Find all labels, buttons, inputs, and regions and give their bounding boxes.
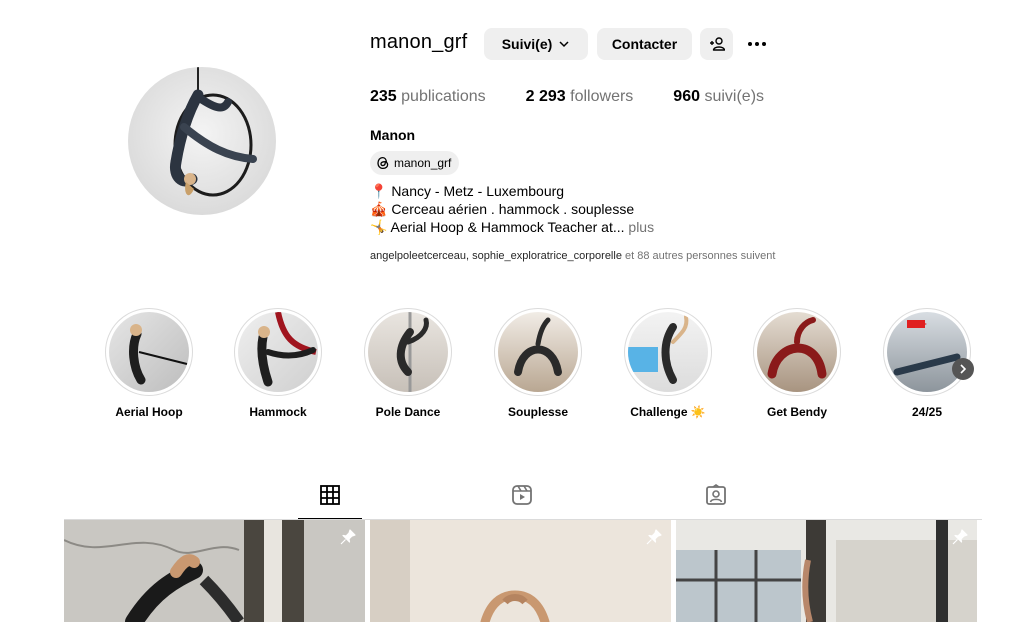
post-image	[64, 520, 365, 622]
posts-count: 235	[370, 88, 397, 105]
dot-icon	[748, 42, 752, 46]
more-options-button[interactable]	[744, 36, 770, 52]
followed-by-accounts[interactable]: angelpoleetcerceau, sophie_exploratrice_…	[370, 250, 622, 262]
reels-icon	[512, 485, 532, 505]
suggested-accounts-button[interactable]	[700, 28, 733, 60]
following-button-label: Suivi(e)	[501, 36, 553, 52]
post-tile[interactable]	[370, 520, 671, 622]
bio-line: 🤸 Aerial Hoop & Hammock Teacher at...	[370, 219, 625, 235]
tab-posts[interactable]	[298, 484, 362, 520]
profile-username: manon_grf	[370, 31, 468, 53]
highlight-cover	[498, 312, 578, 392]
pinned-post-icon	[646, 529, 662, 545]
following-label: suivi(e)s	[704, 88, 765, 105]
threads-badge[interactable]: manon_grf	[370, 151, 460, 175]
dot-icon	[762, 42, 766, 46]
highlight-hammock[interactable]: Hammock	[229, 308, 327, 419]
highlight-cover	[238, 312, 318, 392]
contact-button-label: Contacter	[611, 36, 678, 52]
post-tile[interactable]	[676, 520, 977, 622]
highlight-label: Souplesse	[507, 405, 569, 419]
highlight-ring	[753, 308, 841, 396]
highlight-challenge[interactable]: Challenge ☀️	[619, 308, 717, 419]
pinned-post-icon	[952, 529, 968, 545]
dot-icon	[755, 42, 759, 46]
posts-label: publications	[401, 88, 486, 105]
bio-more-link[interactable]: plus	[628, 219, 654, 235]
highlight-ring	[624, 308, 712, 396]
contact-button[interactable]: Contacter	[597, 28, 692, 60]
pinned-post-icon	[340, 529, 356, 545]
aerial-hoop-avatar-image	[169, 67, 257, 197]
bio-line: 🎪 Cerceau aérien . hammock . souplesse	[370, 201, 635, 217]
threads-handle: manon_grf	[394, 156, 452, 170]
highlight-pole-dance[interactable]: Pole Dance	[359, 308, 457, 419]
chevron-right-icon	[960, 364, 967, 374]
profile-avatar[interactable]	[128, 67, 276, 215]
followers-count: 2 293	[525, 88, 566, 105]
add-person-icon	[709, 37, 725, 51]
highlight-ring	[105, 308, 193, 396]
tab-reels[interactable]	[490, 484, 554, 520]
followed-by-suffix: et 88 autres personnes suivent	[621, 250, 776, 262]
profile-full-name: Manon	[370, 127, 416, 143]
highlight-ring	[364, 308, 452, 396]
highlight-label: 24/25	[911, 405, 943, 419]
followers-stat[interactable]: 2 293 followers	[526, 88, 634, 106]
highlights-next-button[interactable]	[952, 358, 974, 380]
story-highlights: Aerial Hoop Hammock Pole Dance Souplesse…	[100, 308, 980, 428]
highlight-label: Pole Dance	[375, 405, 441, 419]
active-tab-indicator	[298, 518, 362, 519]
chevron-down-icon	[559, 41, 569, 48]
bio-line: 📍 Nancy - Metz - Luxembourg	[370, 183, 565, 199]
highlight-label: Hammock	[249, 405, 307, 419]
highlight-ring	[494, 308, 582, 396]
highlight-souplesse[interactable]: Souplesse	[489, 308, 587, 419]
highlight-get-bendy[interactable]: Get Bendy	[748, 308, 846, 419]
highlight-cover	[757, 312, 837, 392]
following-count: 960	[673, 88, 700, 105]
following-stat[interactable]: 960 suivi(e)s	[673, 88, 764, 106]
highlight-cover	[109, 312, 189, 392]
highlight-cover	[368, 312, 448, 392]
bio-line-last: 🤸 Aerial Hoop & Hammock Teacher at... pl…	[370, 218, 654, 236]
highlight-label: Aerial Hoop	[115, 405, 183, 419]
highlight-ring	[883, 308, 971, 396]
post-tile[interactable]	[64, 520, 365, 622]
posts-stat: 235 publications	[370, 88, 486, 106]
followers-label: followers	[570, 88, 634, 105]
following-button[interactable]: Suivi(e)	[484, 28, 588, 60]
tab-tagged[interactable]	[684, 484, 748, 520]
profile-bio: 📍 Nancy - Metz - Luxembourg 🎪 Cerceau aé…	[370, 182, 654, 236]
tagged-icon	[706, 484, 726, 505]
grid-icon	[320, 485, 340, 505]
highlight-cover	[628, 312, 708, 392]
post-image	[370, 520, 671, 622]
highlight-ring	[234, 308, 322, 396]
profile-stats: 235 publications 2 293 followers 960 sui…	[370, 88, 804, 106]
followed-by[interactable]: angelpoleetcerceau, sophie_exploratrice_…	[370, 250, 775, 262]
highlight-label: Get Bendy	[766, 405, 827, 419]
highlight-aerial-hoop[interactable]: Aerial Hoop	[100, 308, 198, 419]
highlight-label: Challenge ☀️	[630, 405, 706, 419]
highlight-cover	[887, 312, 967, 392]
threads-icon	[377, 156, 389, 170]
post-image	[676, 520, 977, 622]
